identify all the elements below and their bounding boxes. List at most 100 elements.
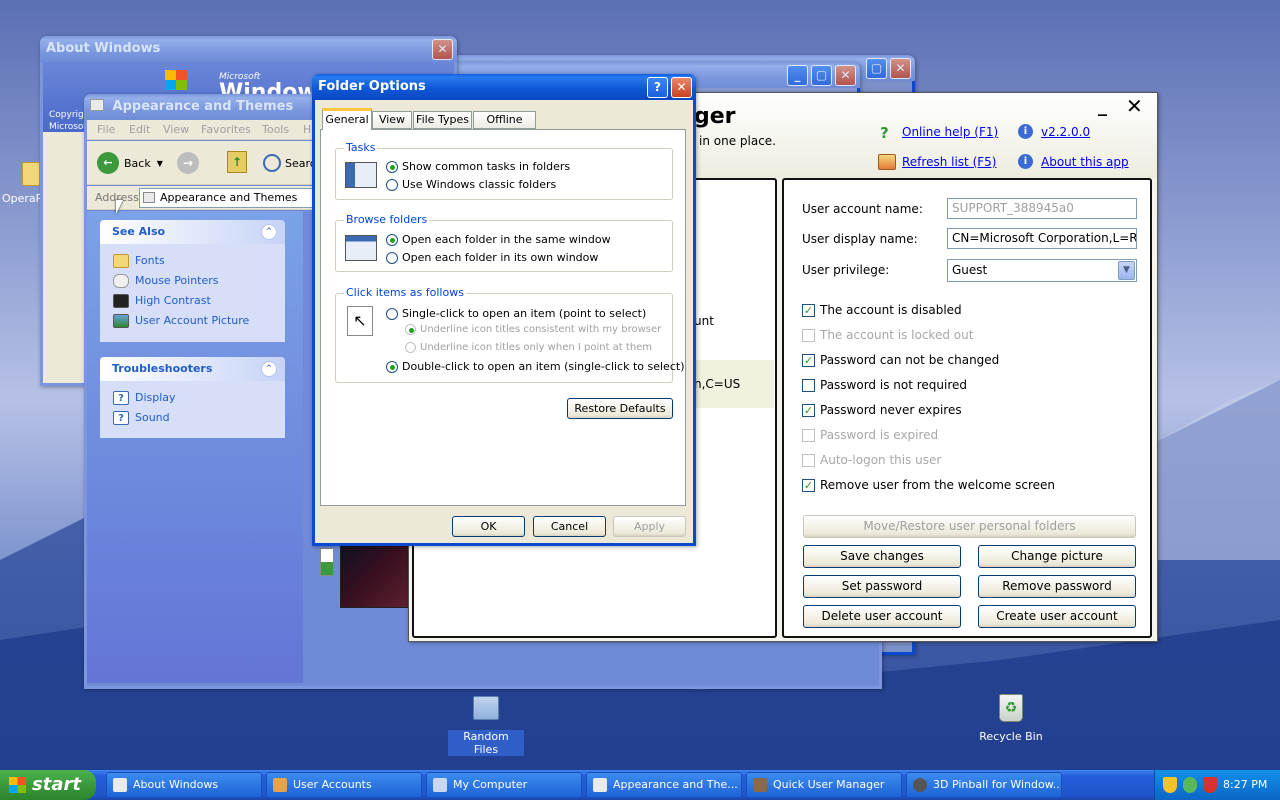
task-3d-pinball[interactable]: 3D Pinball for Window...: [906, 772, 1062, 798]
menu-favorites[interactable]: Favorites: [201, 120, 251, 140]
security-alert-icon[interactable]: [1203, 777, 1217, 793]
troubleshooters-header[interactable]: Troubleshooters ⌃: [100, 357, 285, 381]
tab-general[interactable]: General: [322, 108, 372, 130]
troubleshooter-sound[interactable]: Sound: [135, 411, 170, 424]
help-icon: ?: [880, 124, 889, 142]
fonts-folder-icon: [113, 254, 129, 268]
check-remove-welcome[interactable]: ✓ Remove user from the welcome screen: [802, 478, 1055, 492]
desktop-icon-random-files[interactable]: Random Files: [448, 696, 524, 756]
desktop-icon-opera[interactable]: OperaP: [0, 158, 42, 208]
privilege-value: Guest: [952, 263, 988, 277]
back-button[interactable]: ← Back ▼: [97, 151, 163, 175]
qum-title: ger: [694, 104, 736, 129]
browse-folders-group: Browse folders: [335, 213, 673, 272]
window-icon: [113, 778, 127, 792]
version-link[interactable]: v2.2.0.0: [1041, 125, 1090, 139]
collapse-icon[interactable]: ⌃: [261, 361, 277, 377]
close-icon[interactable]: ✕: [432, 39, 453, 60]
remove-password-button[interactable]: Remove password: [978, 575, 1136, 598]
menu-edit[interactable]: Edit: [129, 120, 150, 140]
chevron-down-icon[interactable]: ▼: [1118, 261, 1135, 280]
tab-view[interactable]: View: [372, 111, 412, 129]
privilege-select[interactable]: Guest ▼: [947, 259, 1137, 282]
tab-file-types[interactable]: File Types: [413, 111, 472, 129]
close-icon[interactable]: ✕: [890, 58, 911, 79]
minimize-icon[interactable]: _: [787, 65, 808, 86]
see-also-mouse-pointers[interactable]: Mouse Pointers: [135, 274, 219, 287]
set-password-button[interactable]: Set password: [803, 575, 961, 598]
forward-arrow-icon[interactable]: →: [177, 152, 199, 174]
check-password-never-expires[interactable]: ✓ Password never expires: [802, 403, 962, 417]
radio-classic-folders[interactable]: Use Windows classic folders: [386, 178, 556, 191]
maximize-icon[interactable]: ▢: [866, 58, 887, 79]
account-name-field[interactable]: SUPPORT_388945a0: [947, 198, 1137, 219]
computer-icon: [433, 778, 447, 792]
checkbox-checked-icon: ✓: [802, 353, 815, 367]
start-button[interactable]: start: [0, 770, 96, 800]
ok-button[interactable]: OK: [452, 516, 525, 537]
desktop-icon-label: Recycle Bin: [979, 730, 1043, 743]
check-password-cannot-change[interactable]: ✓ Password can not be changed: [802, 353, 999, 367]
display-name-field[interactable]: CN=Microsoft Corporation,L=Re: [947, 228, 1137, 249]
check-password-not-required[interactable]: Password is not required: [802, 378, 967, 392]
user-list-text: n,C=US: [694, 377, 741, 391]
up-folder-icon[interactable]: ↑: [227, 151, 247, 173]
see-also-user-account-picture[interactable]: User Account Picture: [135, 314, 249, 327]
shield-icon[interactable]: [1163, 777, 1177, 793]
task-appearance-themes[interactable]: Appearance and The...: [586, 772, 742, 798]
browse-group-title: Browse folders: [344, 213, 430, 226]
see-also-fonts[interactable]: Fonts: [135, 254, 165, 267]
info-icon: i: [1018, 124, 1033, 139]
radio-double-click[interactable]: Double-click to open an item (single-cli…: [386, 360, 684, 373]
task-user-accounts[interactable]: User Accounts: [266, 772, 422, 798]
folder-options-titlebar: Folder Options ? ✕: [312, 74, 696, 100]
see-also-high-contrast[interactable]: High Contrast: [135, 294, 211, 307]
help-icon[interactable]: ?: [647, 77, 668, 98]
radio-own-window[interactable]: Open each folder in its own window: [386, 251, 598, 264]
mouse-icon: [113, 274, 129, 288]
minimize-icon[interactable]: _: [1098, 96, 1107, 117]
menu-tools[interactable]: Tools: [262, 120, 289, 140]
cancel-button[interactable]: Cancel: [533, 516, 606, 537]
help-icon: ?: [113, 391, 129, 405]
move-restore-button: Move/Restore user personal folders: [803, 515, 1136, 538]
recycle-bin-icon: ♻: [999, 694, 1023, 722]
search-button[interactable]: Searc: [263, 151, 316, 175]
tasks-group: Tasks: [335, 141, 673, 200]
pointer-illustration-icon: ↖: [347, 306, 373, 336]
change-picture-button[interactable]: Change picture: [978, 545, 1136, 568]
menu-view[interactable]: View: [163, 120, 189, 140]
radio-show-common-tasks[interactable]: Show common tasks in folders: [386, 160, 570, 173]
troubleshooter-display[interactable]: Display: [135, 391, 176, 404]
chevron-down-icon[interactable]: ▼: [157, 159, 163, 168]
address-input[interactable]: Appearance and Themes: [139, 188, 319, 208]
task-about-windows[interactable]: About Windows: [106, 772, 262, 798]
delete-user-button[interactable]: Delete user account: [803, 605, 961, 628]
collapse-icon[interactable]: ⌃: [261, 224, 277, 240]
about-app-link[interactable]: About this app: [1041, 155, 1129, 169]
radio-single-click[interactable]: Single-click to open an item (point to s…: [386, 307, 646, 320]
menu-file[interactable]: File: [97, 120, 115, 140]
task-my-computer[interactable]: My Computer: [426, 772, 582, 798]
folder-icon: [593, 778, 607, 792]
tab-offline-files[interactable]: Offline Files: [473, 111, 536, 142]
maximize-icon[interactable]: ▢: [811, 65, 832, 86]
radio-same-window[interactable]: Open each folder in the same window: [386, 233, 611, 246]
network-icon[interactable]: [1183, 777, 1197, 793]
task-quick-user-manager[interactable]: Quick User Manager: [746, 772, 902, 798]
refresh-list-link[interactable]: Refresh list (F5): [902, 155, 996, 169]
qum-subtitle: in one place.: [699, 134, 776, 148]
create-user-button[interactable]: Create user account: [978, 605, 1136, 628]
check-account-disabled[interactable]: ✓ The account is disabled: [802, 303, 962, 317]
clock: 8:27 PM: [1223, 778, 1268, 791]
close-icon[interactable]: ✕: [835, 65, 856, 86]
save-changes-button[interactable]: Save changes: [803, 545, 961, 568]
pinball-icon: [913, 778, 927, 792]
restore-defaults-button[interactable]: Restore Defaults: [567, 398, 673, 419]
tasks-illustration-icon: [345, 162, 377, 188]
online-help-link[interactable]: Online help (F1): [902, 125, 998, 139]
close-icon[interactable]: ✕: [1126, 94, 1143, 118]
see-also-header[interactable]: See Also ⌃: [100, 220, 285, 244]
close-icon[interactable]: ✕: [671, 77, 692, 98]
desktop-icon-recycle-bin[interactable]: ♻ Recycle Bin: [975, 694, 1047, 746]
